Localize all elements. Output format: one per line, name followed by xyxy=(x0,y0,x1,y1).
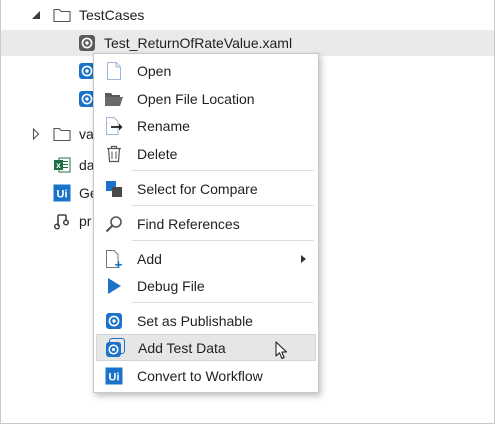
test-case-icon xyxy=(78,34,96,52)
folder-icon xyxy=(53,6,71,24)
folder-icon xyxy=(53,125,71,143)
menu-item-label: Rename xyxy=(137,117,190,134)
compare-icon xyxy=(104,179,124,199)
menu-item-label: Convert to Workflow xyxy=(137,367,263,384)
menu-item-open[interactable]: Open xyxy=(96,57,316,84)
menu-item-set-as-publishable[interactable]: Set as Publishable xyxy=(96,307,316,334)
add-file-icon xyxy=(104,249,124,269)
trash-icon xyxy=(104,144,124,164)
menu-item-label: Set as Publishable xyxy=(137,312,253,329)
menu-item-add[interactable]: Add xyxy=(96,245,316,272)
folder-open-icon xyxy=(104,89,124,109)
project-icon xyxy=(53,212,71,230)
publishable-icon xyxy=(104,311,124,331)
menu-item-debug-file[interactable]: Debug File xyxy=(96,272,316,299)
menu-item-label: Find References xyxy=(137,215,240,232)
file-icon xyxy=(104,61,124,81)
menu-separator xyxy=(132,170,314,171)
svg-text:x: x xyxy=(56,161,61,170)
uipath-icon: Ui xyxy=(53,184,71,202)
menu-item-open-file-location[interactable]: Open File Location xyxy=(96,85,316,112)
tree-item-testcases[interactable]: TestCases xyxy=(1,2,494,28)
menu-item-delete[interactable]: Delete xyxy=(96,140,316,167)
menu-separator xyxy=(132,302,314,303)
menu-separator xyxy=(132,240,314,241)
project-panel: TestCases Test_ReturnOfRateValue.xaml va… xyxy=(0,0,495,424)
submenu-arrow-icon xyxy=(301,254,306,263)
test-data-icon xyxy=(105,337,125,358)
menu-item-label: Debug File xyxy=(137,277,205,294)
play-icon xyxy=(104,276,124,296)
expanded-arrow-icon[interactable] xyxy=(30,9,42,21)
menu-item-convert-to-workflow[interactable]: Ui Convert to Workflow xyxy=(96,362,316,389)
svg-text:Ui: Ui xyxy=(109,371,120,383)
svg-text:Ui: Ui xyxy=(57,189,68,201)
menu-item-label: Open xyxy=(137,62,172,79)
mouse-cursor-icon xyxy=(275,341,289,361)
excel-icon: x xyxy=(53,156,71,174)
menu-item-label: Delete xyxy=(137,145,178,162)
menu-item-select-for-compare[interactable]: Select for Compare xyxy=(96,175,316,202)
menu-item-label: Add xyxy=(137,250,162,267)
tree-item-label: pr xyxy=(79,213,92,229)
tree-item-label: Test_ReturnOfRateValue.xaml xyxy=(104,35,293,51)
menu-separator xyxy=(132,205,314,206)
menu-item-find-references[interactable]: Find References xyxy=(96,210,316,237)
search-icon xyxy=(104,214,124,234)
collapsed-arrow-icon[interactable] xyxy=(30,128,42,140)
rename-icon xyxy=(104,116,124,136)
menu-item-label: Open File Location xyxy=(137,90,255,107)
menu-item-label: Add Test Data xyxy=(138,339,226,356)
uipath-icon: Ui xyxy=(104,366,124,386)
tree-item-label: va xyxy=(79,126,94,142)
menu-item-rename[interactable]: Rename xyxy=(96,112,316,139)
menu-item-label: Select for Compare xyxy=(137,180,258,197)
tree-item-label: TestCases xyxy=(79,7,145,23)
